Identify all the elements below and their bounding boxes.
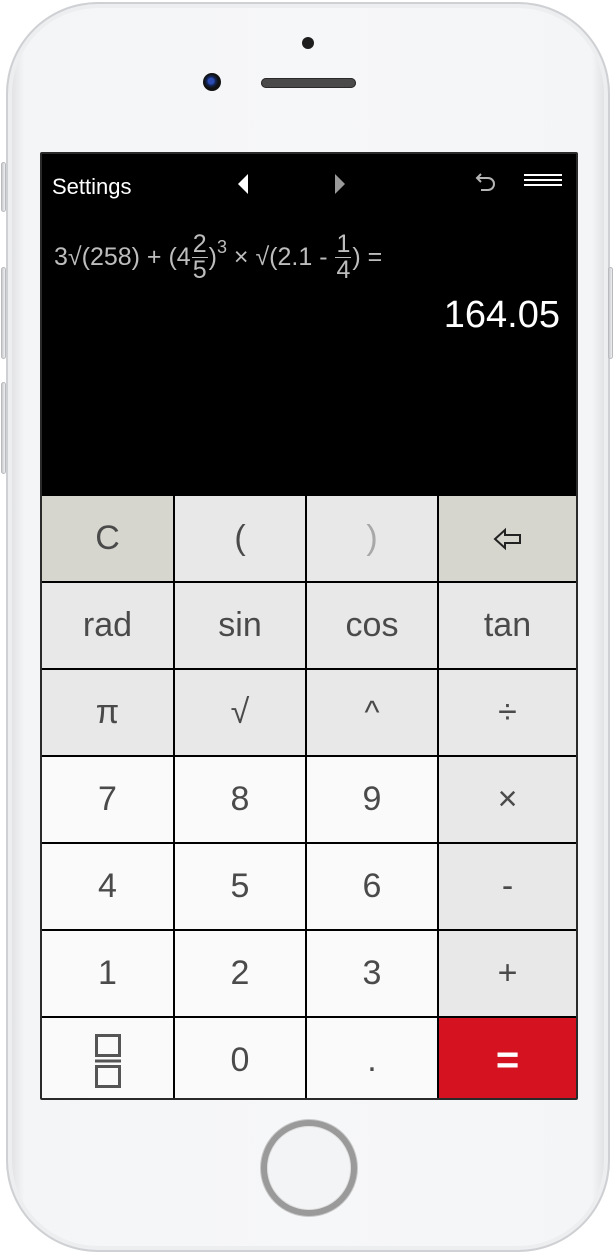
volume-up-button: [1, 267, 6, 359]
digit-5-button[interactable]: 5: [175, 844, 305, 929]
digit-8-button[interactable]: 8: [175, 757, 305, 842]
digit-1-button[interactable]: 1: [42, 931, 173, 1016]
tan-button[interactable]: tan: [439, 583, 576, 668]
sin-button[interactable]: sin: [175, 583, 305, 668]
open-paren-button[interactable]: (: [175, 496, 305, 581]
digit-6-button[interactable]: 6: [307, 844, 437, 929]
decimal-button[interactable]: .: [307, 1018, 437, 1098]
fraction: 2 5: [191, 229, 208, 284]
result-display: 164.05: [443, 294, 560, 336]
expression-part: × √(2.1 -: [226, 242, 335, 271]
settings-button[interactable]: Settings: [52, 174, 132, 200]
calculator-screen: Settings 3√(258) + (4 2 5 ) 3 × √(2.1 - …: [40, 152, 578, 1100]
sqrt-button[interactable]: √: [175, 670, 305, 755]
multiply-button[interactable]: ×: [439, 757, 576, 842]
digit-3-button[interactable]: 3: [307, 931, 437, 1016]
fraction: 1 4: [335, 229, 352, 284]
equals-button[interactable]: =: [439, 1018, 576, 1098]
expression-part: 3√(258) + (4: [54, 242, 191, 271]
forward-arrow-icon[interactable]: [329, 172, 349, 196]
fraction-numerator: 1: [335, 229, 352, 258]
expression-part: ) =: [352, 242, 383, 271]
divide-button[interactable]: ÷: [439, 670, 576, 755]
volume-down-button: [1, 382, 6, 474]
digit-7-button[interactable]: 7: [42, 757, 173, 842]
earpiece-speaker: [261, 78, 356, 88]
front-camera: [203, 73, 221, 91]
plus-button[interactable]: +: [439, 931, 576, 1016]
digit-0-button[interactable]: 0: [175, 1018, 305, 1098]
keypad: C ( ) rad sin cos tan π √ ^ ÷ 7 8 9 × 4 …: [42, 496, 576, 1098]
back-arrow-icon[interactable]: [234, 172, 254, 196]
power-button: [608, 267, 613, 359]
close-paren-button[interactable]: ): [307, 496, 437, 581]
fraction-denominator: 5: [192, 255, 207, 284]
backspace-button[interactable]: [439, 496, 576, 581]
power-button[interactable]: ^: [307, 670, 437, 755]
backspace-arrow-icon: [493, 527, 521, 550]
fraction-button[interactable]: [42, 1018, 173, 1098]
home-button[interactable]: [261, 1120, 357, 1216]
pi-button[interactable]: π: [42, 670, 173, 755]
proximity-sensor: [302, 37, 314, 49]
rad-button[interactable]: rad: [42, 583, 173, 668]
clear-button[interactable]: C: [42, 496, 173, 581]
fraction-icon: [94, 1033, 121, 1088]
display-area: Settings 3√(258) + (4 2 5 ) 3 × √(2.1 - …: [42, 154, 576, 496]
fraction-denominator: 4: [336, 255, 351, 284]
digit-2-button[interactable]: 2: [175, 931, 305, 1016]
fraction-numerator: 2: [191, 229, 208, 258]
cos-button[interactable]: cos: [307, 583, 437, 668]
undo-icon[interactable]: [472, 170, 500, 198]
menu-icon[interactable]: [524, 174, 562, 192]
expression-display: 3√(258) + (4 2 5 ) 3 × √(2.1 - 1 4 ) =: [54, 230, 382, 284]
mute-switch: [1, 162, 6, 212]
exponent: 3: [216, 236, 227, 257]
top-bar: Settings: [42, 154, 576, 214]
digit-4-button[interactable]: 4: [42, 844, 173, 929]
minus-button[interactable]: -: [439, 844, 576, 929]
digit-9-button[interactable]: 9: [307, 757, 437, 842]
expression-part: ): [208, 242, 217, 271]
